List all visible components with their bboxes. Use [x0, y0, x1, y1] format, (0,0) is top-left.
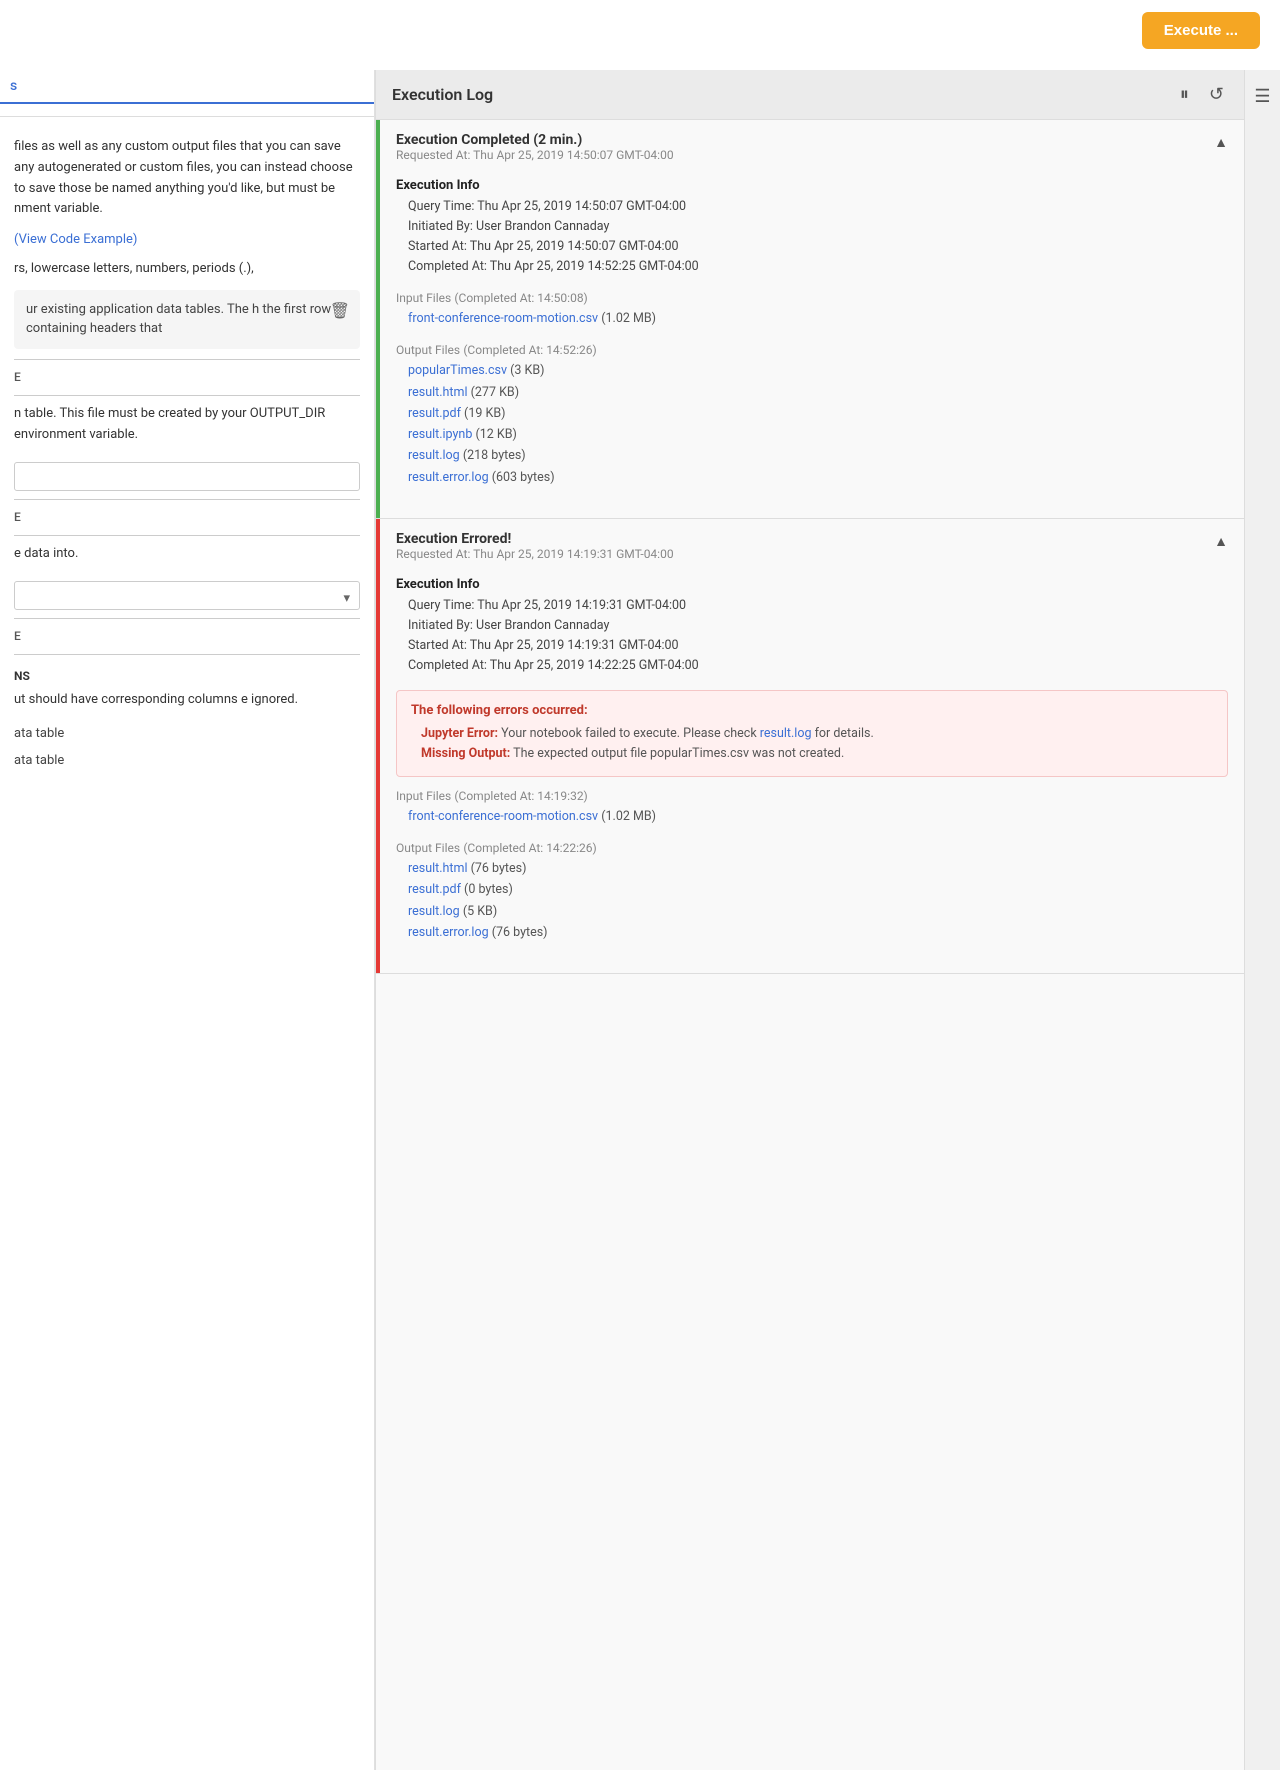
- error-info-row-2: Started At: Thu Apr 25, 2019 14:19:31 GM…: [396, 636, 1228, 656]
- success-output-files: Output Files (Completed At: 14:52:26) po…: [396, 343, 1228, 488]
- entry-error-subtitle: Requested At: Thu Apr 25, 2019 14:19:31 …: [396, 547, 674, 561]
- data-table-item-2: ata table: [14, 748, 360, 775]
- success-input-files: Input Files (Completed At: 14:50:08) fro…: [396, 291, 1228, 329]
- collapse-success-button[interactable]: ▲: [1214, 134, 1228, 150]
- letters-hint: rs, lowercase letters, numbers, periods …: [14, 259, 360, 280]
- error-execution-info: Execution Info Query Time: Thu Apr 25, 2…: [396, 577, 1228, 676]
- log-header: Execution Log ⏸ ↺: [376, 70, 1244, 120]
- left-content-area: files as well as any custom output files…: [0, 129, 374, 782]
- error-output-file-1[interactable]: result.pdf (0 bytes): [396, 879, 1228, 900]
- success-info-row-2: Started At: Thu Apr 25, 2019 14:50:07 GM…: [396, 237, 1228, 257]
- success-info-title: Execution Info: [396, 178, 1228, 193]
- pause-button[interactable]: ⏸: [1176, 82, 1193, 107]
- execution-entries: Execution Completed (2 min.) Requested A…: [376, 120, 1244, 1770]
- error-info-title: Execution Info: [396, 577, 1228, 592]
- table-input-1[interactable]: [14, 462, 360, 491]
- entry-error-content: Execution Errored! Requested At: Thu Apr…: [380, 519, 1244, 973]
- success-info-row-3: Completed At: Thu Apr 25, 2019 14:52:25 …: [396, 257, 1228, 277]
- success-output-file-5[interactable]: result.error.log (603 bytes): [396, 467, 1228, 488]
- error-output-file-0[interactable]: result.html (76 bytes): [396, 858, 1228, 879]
- error-info-row-0: Query Time: Thu Apr 25, 2019 14:19:31 GM…: [396, 596, 1228, 616]
- select-wrapper: [14, 575, 360, 610]
- jupyter-error-label: Jupyter Error:: [421, 726, 498, 741]
- error-output-file-3[interactable]: result.error.log (76 bytes): [396, 922, 1228, 943]
- error-line-2: Missing Output: The expected output file…: [411, 744, 1213, 764]
- missing-output-label: Missing Output:: [421, 746, 510, 761]
- data-table-select[interactable]: [14, 581, 360, 610]
- input-block-text-1: ur existing application data tables. The…: [26, 300, 348, 339]
- execution-entry-success: Execution Completed (2 min.) Requested A…: [376, 120, 1244, 519]
- success-bar: [376, 120, 380, 518]
- entry-success-header: Execution Completed (2 min.) Requested A…: [396, 132, 1228, 174]
- error-output-files: Output Files (Completed At: 14:22:26) re…: [396, 841, 1228, 943]
- view-code-example-link[interactable]: (View Code Example): [14, 232, 137, 247]
- main-layout: s files as well as any custom output fil…: [0, 70, 1280, 1770]
- error-input-file-0[interactable]: front-conference-room-motion.csv (1.02 M…: [396, 806, 1228, 827]
- success-output-file-3[interactable]: result.ipynb (12 KB): [396, 424, 1228, 445]
- error-box-title: The following errors occurred:: [411, 703, 1213, 718]
- label-e1: E: [14, 368, 360, 387]
- label-e3: E: [14, 627, 360, 646]
- right-sidebar: ☰: [1244, 70, 1280, 1770]
- error-info-row-1: Initiated By: User Brandon Cannaday: [396, 616, 1228, 636]
- data-table-item-1: ata table: [14, 721, 360, 748]
- description-text-1: files as well as any custom output files…: [14, 137, 360, 220]
- error-line-1: Jupyter Error: Your notebook failed to e…: [411, 724, 1213, 744]
- success-input-file-0[interactable]: front-conference-room-motion.csv (1.02 M…: [396, 308, 1228, 329]
- jupyter-error-suffix: for details.: [811, 726, 873, 741]
- success-input-files-title: Input Files (Completed At: 14:50:08): [396, 291, 1228, 306]
- result-log-link-1[interactable]: result.log: [760, 726, 812, 741]
- left-panel: s files as well as any custom output fil…: [0, 70, 375, 1770]
- entry-error-title-block: Execution Errored! Requested At: Thu Apr…: [396, 531, 674, 573]
- entry-error-header: Execution Errored! Requested At: Thu Apr…: [396, 531, 1228, 573]
- text-table: n table. This file must be created by yo…: [14, 404, 360, 446]
- entry-success-content: Execution Completed (2 min.) Requested A…: [380, 120, 1244, 518]
- entry-success-title: Execution Completed (2 min.): [396, 132, 674, 148]
- log-title: Execution Log: [392, 85, 493, 104]
- list-icon[interactable]: ☰: [1250, 82, 1274, 111]
- top-bar: Execute ...: [1122, 0, 1280, 61]
- error-bar: [376, 519, 380, 973]
- label-e2: E: [14, 508, 360, 527]
- error-output-file-2[interactable]: result.log (5 KB): [396, 901, 1228, 922]
- success-info-row-1: Initiated By: User Brandon Cannaday: [396, 217, 1228, 237]
- error-info-row-3: Completed At: Thu Apr 25, 2019 14:22:25 …: [396, 656, 1228, 676]
- success-output-file-2[interactable]: result.pdf (19 KB): [396, 403, 1228, 424]
- success-output-files-title: Output Files (Completed At: 14:52:26): [396, 343, 1228, 358]
- success-output-file-4[interactable]: result.log (218 bytes): [396, 445, 1228, 466]
- collapse-error-button[interactable]: ▲: [1214, 533, 1228, 549]
- error-input-files: Input Files (Completed At: 14:19:32) fro…: [396, 789, 1228, 827]
- log-header-controls: ⏸ ↺: [1176, 82, 1228, 107]
- success-execution-info: Execution Info Query Time: Thu Apr 25, 2…: [396, 178, 1228, 277]
- section-ns: NS: [14, 667, 360, 686]
- text-into: e data into.: [14, 544, 360, 565]
- delete-icon-1[interactable]: 🗑: [330, 298, 350, 324]
- nav-label[interactable]: s: [0, 70, 374, 104]
- execution-entry-error: Execution Errored! Requested At: Thu Apr…: [376, 519, 1244, 974]
- input-block-1: 🗑 ur existing application data tables. T…: [14, 290, 360, 349]
- error-output-files-title: Output Files (Completed At: 14:22:26): [396, 841, 1228, 856]
- execution-log-panel: Execution Log ⏸ ↺ Execution Completed (2…: [375, 70, 1244, 1770]
- execute-button[interactable]: Execute ...: [1142, 12, 1260, 49]
- success-info-row-0: Query Time: Thu Apr 25, 2019 14:50:07 GM…: [396, 197, 1228, 217]
- refresh-button[interactable]: ↺: [1205, 82, 1228, 107]
- missing-output-text: The expected output file popularTimes.cs…: [513, 746, 844, 761]
- error-input-files-title: Input Files (Completed At: 14:19:32): [396, 789, 1228, 804]
- success-output-file-0[interactable]: popularTimes.csv (3 KB): [396, 360, 1228, 381]
- success-output-file-1[interactable]: result.html (277 KB): [396, 382, 1228, 403]
- entry-success-title-block: Execution Completed (2 min.) Requested A…: [396, 132, 674, 174]
- entry-success-subtitle: Requested At: Thu Apr 25, 2019 14:50:07 …: [396, 148, 674, 162]
- text-cols: ut should have corresponding columns e i…: [14, 690, 360, 711]
- error-box: The following errors occurred: Jupyter E…: [396, 690, 1228, 777]
- jupyter-error-text: Your notebook failed to execute. Please …: [501, 726, 760, 741]
- entry-error-title: Execution Errored!: [396, 531, 674, 547]
